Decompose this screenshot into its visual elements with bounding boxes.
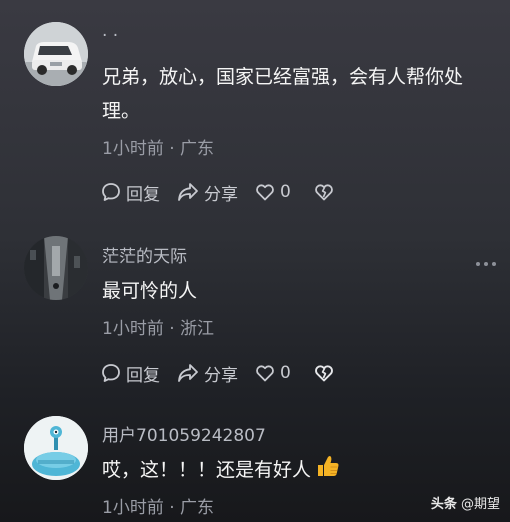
watermark-handle: @期望 [460,497,500,512]
watermark-brand: 头条 [430,497,457,512]
blue-cartoon-avatar-icon [24,416,88,480]
watermark: 头条 @期望 [431,493,500,512]
avatar[interactable] [24,416,88,480]
username[interactable]: 用户701059242807 [102,421,266,446]
time-location: 1小时前 · 广东 [102,498,215,518]
comment-text: 哎，这！！！还是有好人 [102,453,494,487]
comment-text-body: 哎，这！！！还是有好人 [102,459,312,481]
thumbs-up-emoji-icon [318,456,339,476]
comment-item: 用户701059242807 哎，这！！！还是有好人 1小时前 · 广东 [0,0,510,522]
